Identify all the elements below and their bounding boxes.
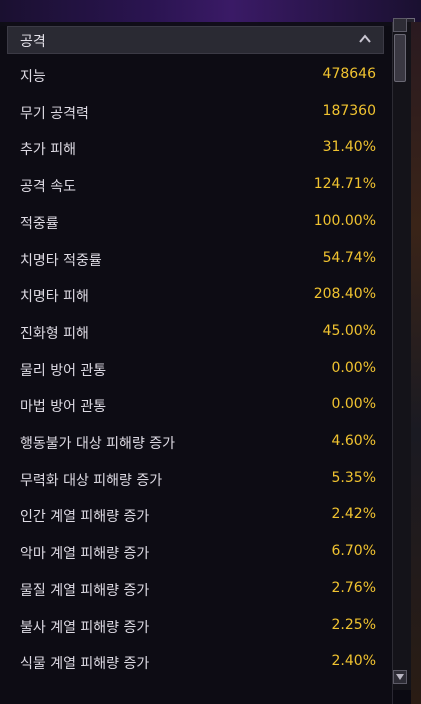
stat-value: 0.00% bbox=[331, 396, 376, 413]
arrow-up-icon[interactable] bbox=[393, 18, 407, 32]
stat-row: 행동불가 대상 피해량 증가 4.60% bbox=[0, 425, 392, 461]
stat-row: 공격 속도 124.71% bbox=[0, 168, 392, 204]
stat-value: 31.40% bbox=[322, 139, 376, 156]
stat-label: 불사 계열 피해량 증가 bbox=[20, 619, 150, 636]
stat-value: 187360 bbox=[322, 102, 376, 119]
stats-panel: 공격 지능 478646 무기 공격력 187360 추가 피해 31.40% 공격 속도 1… bbox=[0, 22, 393, 704]
stat-value: 208.40% bbox=[313, 286, 376, 303]
stat-value: 45.00% bbox=[322, 322, 376, 339]
stat-label: 식물 계열 피해량 증가 bbox=[20, 656, 150, 673]
stat-value: 0.00% bbox=[331, 359, 376, 376]
stat-row: 무기 공격력 187360 bbox=[0, 95, 392, 131]
stat-row: 마법 방어 관통 0.00% bbox=[0, 388, 392, 424]
stat-row: 인간 계열 피해량 증가 2.42% bbox=[0, 498, 392, 534]
stat-value: 54.74% bbox=[322, 249, 376, 266]
chevron-up-icon[interactable] bbox=[357, 31, 373, 47]
stat-value: 5.35% bbox=[331, 469, 376, 486]
stat-value: 478646 bbox=[322, 66, 376, 82]
stat-label: 물리 방어 관통 bbox=[20, 362, 107, 379]
background-game-ui bbox=[411, 22, 421, 704]
scrollbar-thumb[interactable] bbox=[394, 34, 406, 82]
stat-row: 악마 계열 피해량 증가 6.70% bbox=[0, 535, 392, 571]
stat-row: 치명타 피해 208.40% bbox=[0, 278, 392, 314]
stat-label: 공격 속도 bbox=[20, 179, 76, 196]
stat-value: 2.25% bbox=[331, 616, 376, 633]
stat-label: 무기 공격력 bbox=[20, 105, 89, 122]
stat-value: 6.70% bbox=[331, 543, 376, 560]
stat-row: 식물 계열 피해량 증가 2.40% bbox=[0, 645, 392, 681]
stat-label: 인간 계열 피해량 증가 bbox=[20, 509, 150, 526]
scrollbar-track[interactable] bbox=[392, 22, 411, 690]
stat-row: 물질 계열 피해량 증가 2.76% bbox=[0, 572, 392, 608]
stat-row: 치명타 적중률 54.74% bbox=[0, 242, 392, 278]
stat-label: 치명타 적중률 bbox=[20, 252, 102, 269]
stat-row: 지능 478646 bbox=[0, 58, 392, 94]
stat-row: 진화형 피해 45.00% bbox=[0, 315, 392, 351]
stat-label: 행동불가 대상 피해량 증가 bbox=[20, 436, 176, 452]
stat-label: 악마 계열 피해량 증가 bbox=[20, 546, 150, 563]
stat-label: 물질 계열 피해량 증가 bbox=[20, 582, 150, 599]
stat-row: 불사 계열 피해량 증가 2.25% bbox=[0, 609, 392, 645]
stat-row: 추가 피해 31.40% bbox=[0, 131, 392, 167]
stat-row: 적중률 100.00% bbox=[0, 205, 392, 241]
stat-label: 지능 bbox=[20, 69, 46, 85]
stat-label: 치명타 피해 bbox=[20, 289, 89, 306]
stat-value: 4.60% bbox=[331, 433, 376, 449]
stat-value: 2.76% bbox=[331, 579, 376, 596]
stat-row: 무력화 대상 피해량 증가 5.35% bbox=[0, 462, 392, 498]
stat-label: 무력화 대상 피해량 증가 bbox=[20, 472, 163, 489]
section-header-attack[interactable]: 공격 bbox=[7, 26, 384, 54]
stat-row: 물리 방어 관통 0.00% bbox=[0, 352, 392, 388]
stat-value: 2.40% bbox=[331, 653, 376, 670]
stat-label: 추가 피해 bbox=[20, 142, 76, 159]
stat-value: 124.71% bbox=[313, 176, 376, 193]
stat-label: 마법 방어 관통 bbox=[20, 399, 107, 416]
stat-value: 2.42% bbox=[331, 506, 376, 523]
stat-value: 100.00% bbox=[313, 212, 376, 229]
stat-label: 적중률 bbox=[20, 215, 59, 232]
arrow-down-icon[interactable] bbox=[393, 670, 407, 684]
section-title: 공격 bbox=[20, 34, 46, 50]
stat-label: 진화형 피해 bbox=[20, 325, 89, 342]
